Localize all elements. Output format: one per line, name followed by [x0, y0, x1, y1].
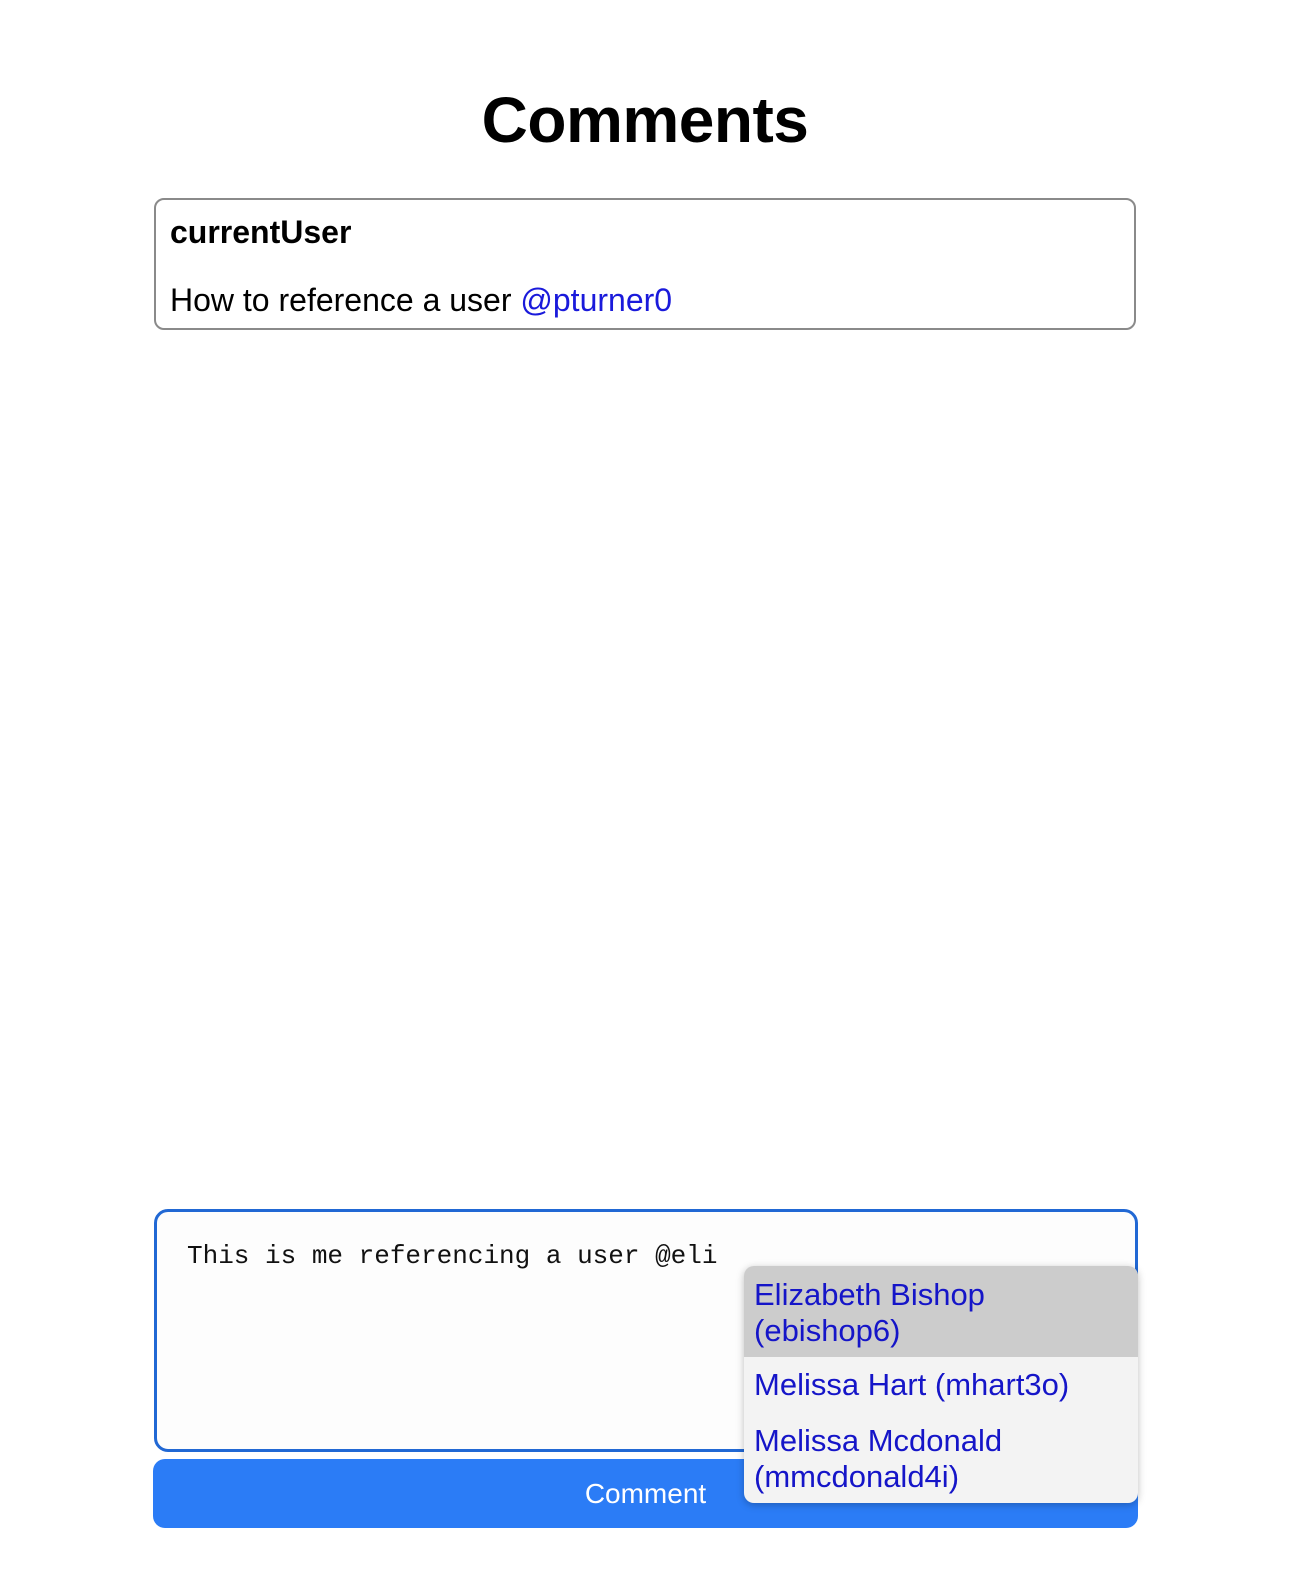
- mention-suggestions-list: Elizabeth Bishop (ebishop6) Melissa Hart…: [744, 1266, 1138, 1503]
- suggestion-item[interactable]: Melissa Hart (mhart3o): [744, 1357, 1138, 1413]
- comment-card: currentUser How to reference a user @ptu…: [154, 198, 1136, 330]
- suggestion-item[interactable]: Elizabeth Bishop (ebishop6): [744, 1266, 1138, 1357]
- comment-body: How to reference a user @pturner0: [170, 280, 672, 320]
- suggestion-item[interactable]: Melissa Mcdonald (mmcdonald4i): [744, 1413, 1138, 1503]
- comment-text: How to reference a user: [170, 282, 521, 318]
- mention-link[interactable]: @pturner0: [520, 282, 672, 318]
- comment-input-value[interactable]: This is me referencing a user @eli: [187, 1240, 718, 1272]
- comment-author: currentUser: [170, 214, 352, 250]
- page-title: Comments: [481, 84, 809, 156]
